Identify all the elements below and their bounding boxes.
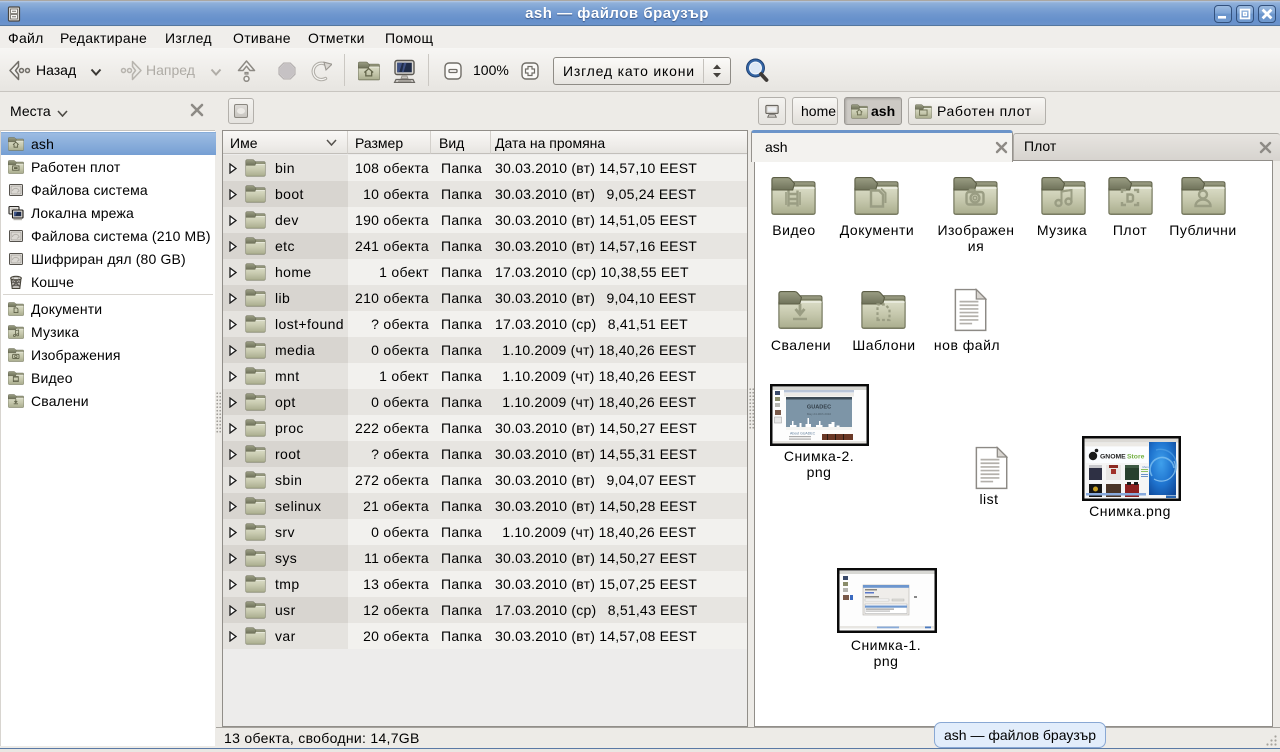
svg-text:Store: Store <box>1127 454 1145 461</box>
svg-text:Menu: Menu <box>1143 465 1150 469</box>
svg-text:May 24-30th 2010: May 24-30th 2010 <box>807 412 832 416</box>
svg-text:GUADEC: GUADEC <box>807 405 831 411</box>
svg-text:About GUADEC: About GUADEC <box>790 432 816 436</box>
svg-text:GNOME: GNOME <box>1100 454 1126 461</box>
